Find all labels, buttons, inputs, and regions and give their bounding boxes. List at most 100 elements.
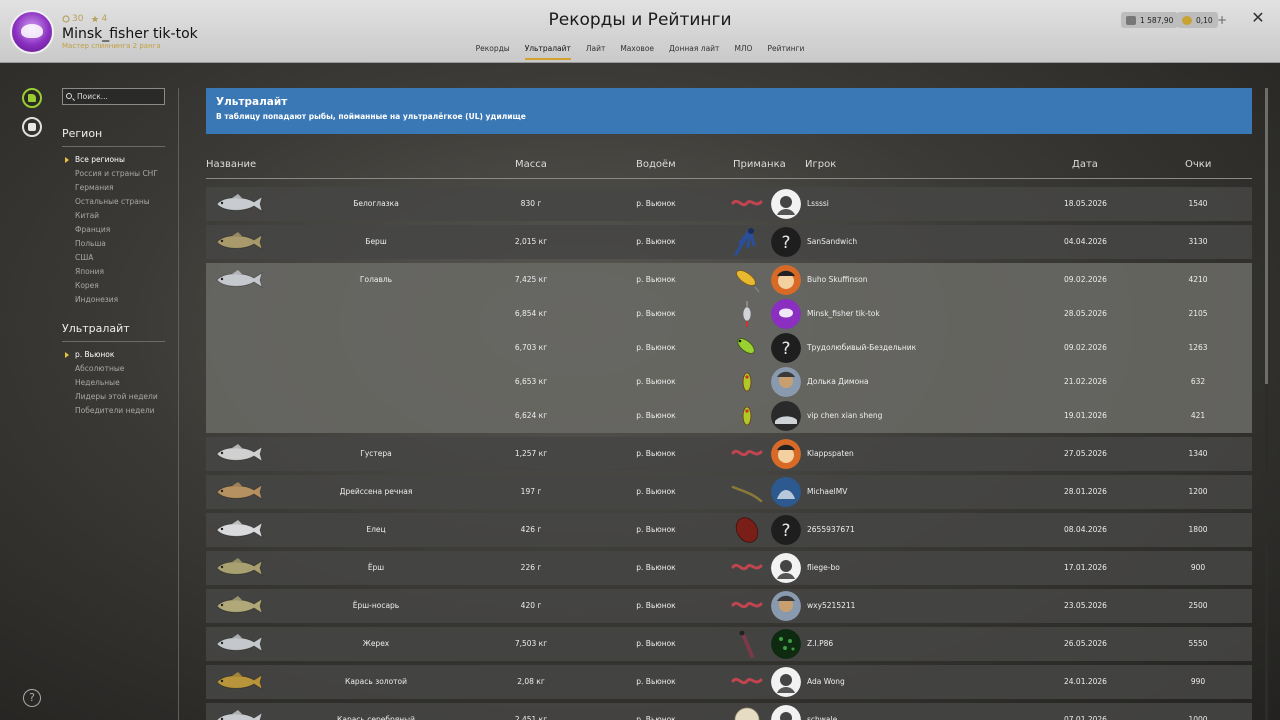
date-value: 24.01.2026	[1064, 677, 1107, 686]
col-player[interactable]: Игрок	[805, 159, 836, 170]
col-water[interactable]: Водоём	[636, 159, 676, 170]
player-avatar[interactable]	[771, 265, 801, 295]
player-avatar[interactable]	[771, 629, 801, 659]
ranking-icon[interactable]	[22, 88, 42, 108]
player-name[interactable]: SanSandwich	[807, 237, 857, 246]
ultralight-item-2[interactable]: Недельные	[75, 376, 158, 390]
player-avatar[interactable]	[771, 189, 801, 219]
table-row[interactable]: Ёрш 226 г р. Вьюнок fliege-bo 17.01.2026 900	[206, 551, 1252, 585]
region-item-5[interactable]: Франция	[75, 223, 158, 237]
bait-icon[interactable]	[730, 439, 764, 469]
player-name[interactable]: schwale	[807, 715, 837, 720]
region-item-0[interactable]: Все регионы	[65, 153, 158, 167]
table-row[interactable]: Дрейссена речная 197 г р. Вьюнок MichaelMV 2…	[206, 475, 1252, 509]
player-name[interactable]: MichaelMV	[807, 487, 847, 496]
bait-icon[interactable]	[730, 299, 764, 329]
bait-icon[interactable]	[730, 667, 764, 697]
table-row[interactable]: Ёрш-носарь 420 г р. Вьюнок wxy5215211 23.05.…	[206, 589, 1252, 623]
bait-icon[interactable]	[730, 227, 764, 257]
player-avatar[interactable]	[771, 299, 801, 329]
player-avatar[interactable]	[771, 367, 801, 397]
table-row[interactable]: Голавль 7,425 кг р. Вьюнок Buho Skuffinson 0…	[206, 263, 1252, 433]
tab-0[interactable]: Рекорды	[476, 44, 510, 60]
bait-icon[interactable]	[730, 265, 764, 295]
table-row[interactable]: Берш 2,015 кг р. Вьюнок SanSandwich 04.04.20…	[206, 225, 1252, 259]
player-name[interactable]: fliege-bo	[807, 563, 840, 572]
region-item-7[interactable]: США	[75, 251, 158, 265]
region-item-9[interactable]: Корея	[75, 279, 158, 293]
bait-icon[interactable]	[730, 515, 764, 545]
col-mass[interactable]: Масса	[515, 159, 547, 170]
bait-icon[interactable]	[730, 553, 764, 583]
col-date[interactable]: Дата	[1072, 159, 1098, 170]
ultralight-item-3[interactable]: Лидеры этой недели	[75, 390, 158, 404]
table-row[interactable]: Густера 1,257 кг р. Вьюнок Klappspaten 27.05…	[206, 437, 1252, 471]
ultralight-item-4[interactable]: Победители недели	[75, 404, 158, 418]
banner-title: Ультралайт	[216, 96, 288, 108]
region-item-4[interactable]: Китай	[75, 209, 158, 223]
player-avatar[interactable]	[771, 401, 801, 431]
tab-5[interactable]: МЛО	[734, 44, 752, 60]
player-avatar[interactable]: ?	[771, 227, 801, 257]
col-bait[interactable]: Приманка	[733, 159, 786, 170]
bait-icon[interactable]	[730, 401, 764, 431]
tab-3[interactable]: Маховое	[620, 44, 654, 60]
tab-6[interactable]: Рейтинги	[767, 44, 804, 60]
player-avatar[interactable]	[771, 553, 801, 583]
bait-icon[interactable]	[730, 333, 764, 363]
table-row[interactable]: Елец 426 г р. Вьюнок 2655937671 08.04.2026 18…	[206, 513, 1252, 547]
player-name[interactable]: Lssssi	[807, 199, 829, 208]
bait-icon[interactable]	[730, 591, 764, 621]
table-row[interactable]: Карась серебряный 2,451 кг р. Вьюнок schwal…	[206, 703, 1252, 720]
region-item-2[interactable]: Германия	[75, 181, 158, 195]
region-item-8[interactable]: Япония	[75, 265, 158, 279]
player-name[interactable]: Ada Wong	[807, 677, 845, 686]
bait-icon[interactable]	[730, 477, 764, 507]
player-avatar[interactable]	[771, 477, 801, 507]
gold-balance[interactable]: 0,10	[1177, 12, 1218, 28]
col-name[interactable]: Название	[206, 159, 256, 170]
player-name[interactable]: Klappspaten	[807, 449, 854, 458]
ultralight-item-0[interactable]: р. Вьюнок	[65, 348, 158, 362]
player-name[interactable]: Minsk_fisher tik-tok	[807, 309, 880, 318]
table-row[interactable]: Карась золотой 2,08 кг р. Вьюнок Ada Wong 24…	[206, 665, 1252, 699]
scrollbar-thumb[interactable]	[1265, 88, 1268, 384]
player-name[interactable]: wxy5215211	[807, 601, 855, 610]
bait-icon[interactable]	[730, 189, 764, 219]
tab-4[interactable]: Донная лайт	[669, 44, 719, 60]
region-item-6[interactable]: Польша	[75, 237, 158, 251]
silver-balance[interactable]: 1 587,90	[1121, 12, 1179, 28]
player-name[interactable]: 2655937671	[807, 525, 855, 534]
close-button[interactable]: ✕	[1250, 10, 1266, 26]
player-avatar[interactable]	[771, 439, 801, 469]
archive-icon[interactable]	[22, 117, 42, 137]
tab-2[interactable]: Лайт	[586, 44, 605, 60]
player-name[interactable]: Трудолюбивый-Бездельник	[807, 343, 916, 352]
help-icon[interactable]: ?	[23, 689, 41, 707]
region-item-3[interactable]: Остальные страны	[75, 195, 158, 209]
tab-1[interactable]: Ультралайт	[524, 44, 571, 60]
player-avatar[interactable]	[771, 705, 801, 720]
col-score[interactable]: Очки	[1185, 159, 1211, 170]
bait-icon[interactable]	[730, 705, 764, 720]
player-avatar[interactable]: ?	[771, 333, 801, 363]
bait-icon[interactable]	[730, 367, 764, 397]
mass-value: 197 г	[520, 487, 542, 496]
search-input[interactable]	[62, 88, 165, 105]
table-row[interactable]: Жерех 7,503 кг р. Вьюнок Z.I.P86 26.05.2026 5…	[206, 627, 1252, 661]
table-row[interactable]: Белоглазка 830 г р. Вьюнок Lssssi 18.05.2026…	[206, 187, 1252, 221]
bait-icon[interactable]	[730, 629, 764, 659]
region-item-10[interactable]: Индонезия	[75, 293, 158, 307]
ultralight-item-1[interactable]: Абсолютные	[75, 362, 158, 376]
player-avatar[interactable]: ?	[771, 515, 801, 545]
player-avatar[interactable]	[771, 667, 801, 697]
region-item-1[interactable]: Россия и страны СНГ	[75, 167, 158, 181]
player-name[interactable]: Z.I.P86	[807, 639, 833, 648]
player-avatar[interactable]	[771, 591, 801, 621]
player-name[interactable]: vip chen xian sheng	[807, 411, 882, 420]
add-currency-button[interactable]: +	[1214, 12, 1230, 28]
player-name[interactable]: Долька Димона	[807, 377, 869, 386]
score-value: 4210	[1188, 275, 1208, 284]
mass-value: 2,08 кг	[517, 677, 545, 686]
player-name[interactable]: Buho Skuffinson	[807, 275, 868, 284]
